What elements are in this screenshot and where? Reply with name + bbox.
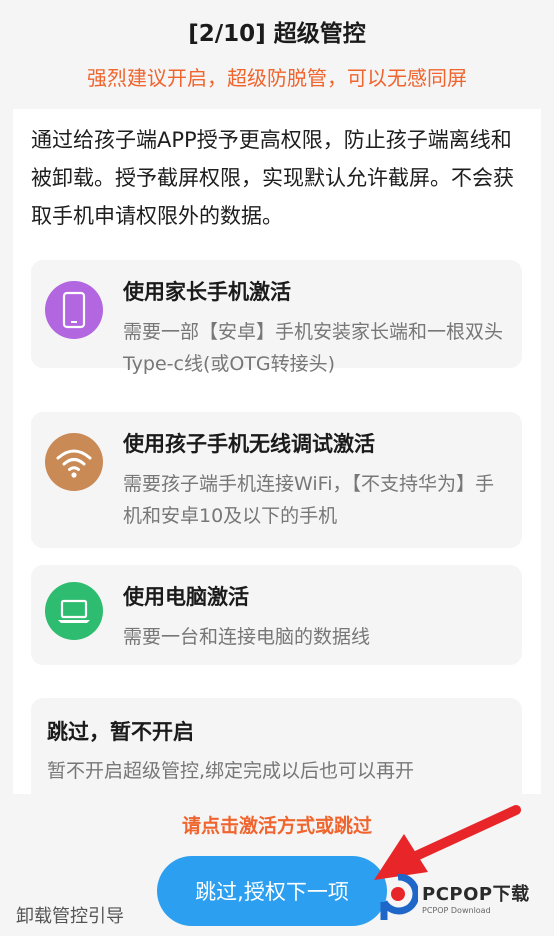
pcpop-logo-icon — [380, 873, 420, 920]
skip-next-button[interactable]: 跳过,授权下一项 — [157, 856, 387, 926]
option-computer[interactable]: 使用电脑激活 需要一台和连接电脑的数据线 — [31, 565, 522, 665]
description-text: 通过给孩子端APP授予更高权限，防止孩子端离线和被卸载。授予截屏权限，实现默认允… — [31, 128, 514, 228]
option-skip[interactable]: 跳过，暂不开启 暂不开启超级管控,绑定完成以后也可以再开 — [31, 698, 522, 794]
smartphone-icon — [45, 281, 103, 339]
wifi-icon — [45, 433, 103, 491]
option-child-wireless[interactable]: 使用孩子手机无线调试激活 需要孩子端手机连接WiFi，【不支持华为】手机和安卓1… — [31, 412, 522, 548]
option-title: 使用电脑激活 — [123, 585, 249, 609]
option-desc: 需要一部【安卓】手机安装家长端和一根双头Type-c线(或OTG转接头) — [123, 321, 504, 375]
watermark-sub: PCPOP Download — [422, 906, 491, 915]
watermark-brand: PCPOP下载 — [422, 884, 530, 905]
option-title: 使用家长手机激活 — [123, 280, 291, 304]
option-desc: 需要孩子端手机连接WiFi，【不支持华为】手机和安卓10及以下的手机 — [123, 473, 494, 527]
option-title: 使用孩子手机无线调试激活 — [123, 432, 375, 456]
pcpop-watermark: PCPOP下载 PCPOP Download — [378, 873, 548, 926]
skip-title: 跳过，暂不开启 — [47, 720, 194, 744]
content-panel[interactable]: 通过给孩子端APP授予更高权限，防止孩子端离线和被卸载。授予截屏权限，实现默认允… — [13, 109, 541, 794]
skip-desc: 暂不开启超级管控,绑定完成以后也可以再开 — [47, 760, 415, 782]
page-title: [2/10] 超级管控 — [188, 21, 366, 47]
page-subtitle: 强烈建议开启，超级防脱管，可以无感同屏 — [87, 66, 467, 90]
laptop-icon — [45, 582, 103, 640]
option-parent-phone[interactable]: 使用家长手机激活 需要一部【安卓】手机安装家长端和一根双头Type-c线(或OT… — [31, 260, 522, 375]
header: [2/10] 超级管控 强烈建议开启，超级防脱管，可以无感同屏 — [0, 0, 554, 110]
option-desc: 需要一台和连接电脑的数据线 — [123, 626, 371, 648]
uninstall-guide-link[interactable]: 卸载管控引导 — [16, 902, 124, 928]
